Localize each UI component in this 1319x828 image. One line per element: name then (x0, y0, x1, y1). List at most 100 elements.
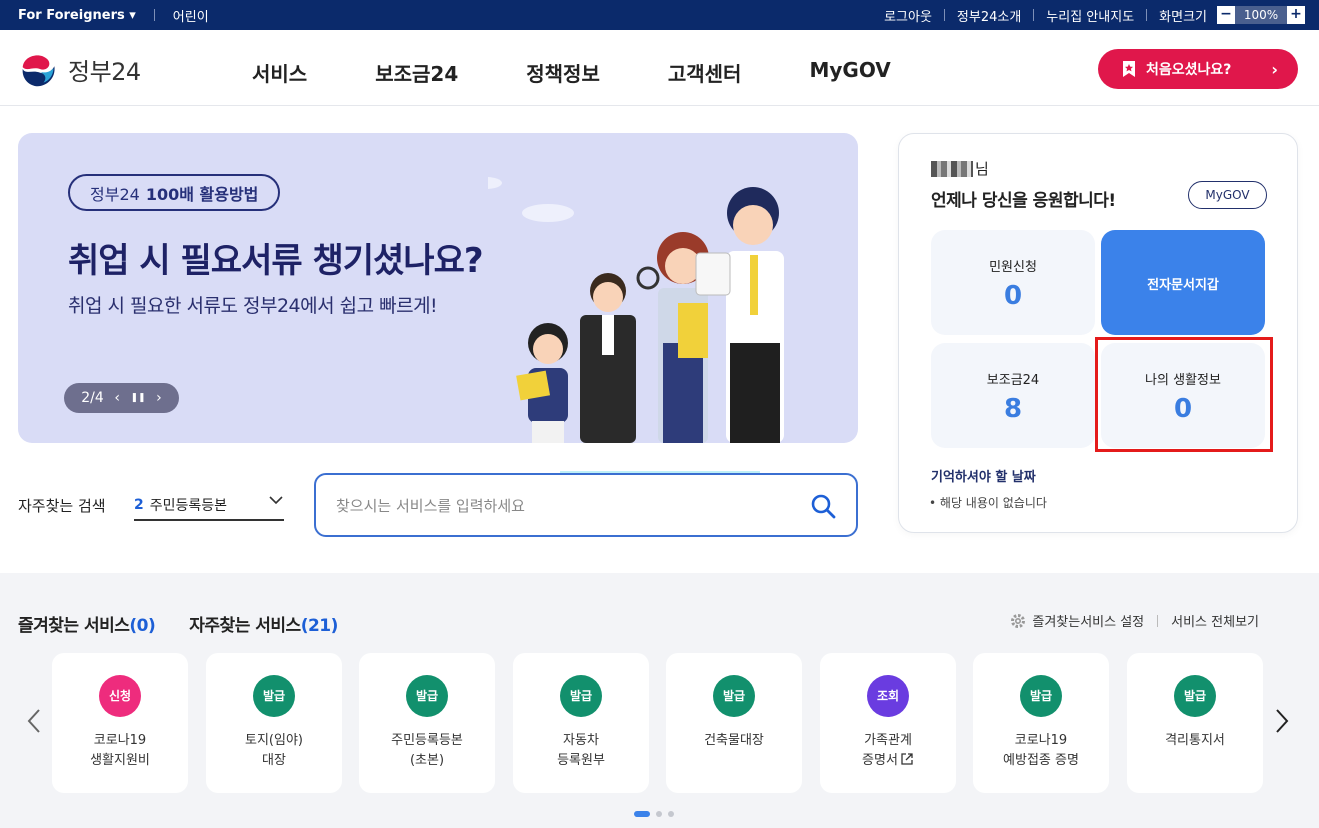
zoom-value: 100% (1235, 6, 1287, 24)
gear-icon (1011, 613, 1026, 628)
user-panel: 님 언제나 당신을 응원합니다! MyGOV 민원신청 0 전자문서지갑 보조금… (898, 133, 1298, 533)
first-visit-label: 처음오셨나요? (1146, 62, 1232, 78)
utility-left: For Foreigners ▾ 어린이 (18, 0, 209, 30)
tile-label: 민원신청 (989, 260, 1037, 275)
main-banner[interactable]: 정부24 100배 활용방법 취업 시 필요서류 챙기셨나요? 취업 시 필요한… (18, 133, 858, 443)
nav-item-customer-center[interactable]: 고객센터 (668, 58, 742, 87)
for-foreigners-menu[interactable]: For Foreigners ▾ (18, 8, 136, 23)
nav-item-policy[interactable]: 정책정보 (526, 58, 600, 87)
utility-bar: For Foreigners ▾ 어린이 로그아웃 정부24소개 누리집 안내지… (0, 0, 1319, 30)
service-card[interactable]: 발급 건축물대장 (666, 653, 802, 793)
nav-item-services[interactable]: 서비스 (252, 58, 307, 87)
carousel-dot[interactable] (668, 811, 674, 817)
logo-text: 정부24 (68, 57, 141, 86)
tile-value: 0 (1003, 281, 1023, 311)
tile-label: 전자문서지갑 (1147, 278, 1219, 293)
first-visit-button[interactable]: 처음오셨나요? › (1098, 49, 1298, 89)
tile-value: 8 (1003, 394, 1023, 424)
carousel-dot-active[interactable] (634, 811, 650, 817)
carousel-next-icon[interactable] (1274, 708, 1290, 734)
banner-badge-bold: 100배 활용방법 (145, 184, 259, 204)
tile-label: 보조금24 (986, 373, 1040, 388)
user-name: 님 (931, 158, 989, 179)
service-card[interactable]: 신청 코로나19 생활지원비 (52, 653, 188, 793)
badge-issue: 발급 (1020, 675, 1062, 717)
tile-civil-application[interactable]: 민원신청 0 (931, 230, 1095, 335)
zoom-control: − 100% + (1217, 6, 1305, 24)
tab-label: 즐겨찾는 서비스 (18, 616, 130, 636)
view-all-services-link[interactable]: 서비스 전체보기 (1171, 611, 1259, 630)
tab-frequent-services[interactable]: 자주찾는 서비스(21) (189, 611, 338, 636)
redacted-name (931, 160, 973, 177)
badge-issue: 발급 (253, 675, 295, 717)
banner-badge: 정부24 100배 활용방법 (68, 174, 281, 211)
highlight-box (1095, 337, 1273, 452)
favorite-settings-link[interactable]: 즐겨찾는서비스 설정 (1032, 611, 1144, 630)
banner-pager: 2/4 ‹ ❚❚ › (64, 383, 179, 413)
search-icon[interactable] (810, 493, 836, 519)
logo[interactable]: 정부24 (18, 50, 141, 88)
badge-issue: 발급 (1174, 675, 1216, 717)
service-card[interactable]: 조회 가족관계 증명서 (820, 653, 956, 793)
logout-link[interactable]: 로그아웃 (872, 6, 944, 25)
divider (1157, 614, 1159, 627)
service-card[interactable]: 발급 코로나19 예방접종 증명 (973, 653, 1109, 793)
chevron-down-icon (269, 496, 283, 505)
banner-next-button[interactable]: › (156, 390, 162, 406)
people-illustration (488, 177, 784, 443)
banner-prev-button[interactable]: ‹ (114, 390, 120, 406)
tile-subsidy24[interactable]: 보조금24 8 (931, 343, 1095, 448)
banner-pause-button[interactable]: ❚❚ (130, 393, 145, 403)
sitemap-link[interactable]: 누리집 안내지도 (1034, 6, 1146, 25)
carousel-dots (634, 811, 674, 817)
service-name: 자동차 등록원부 (557, 733, 605, 768)
service-name: 격리통지서 (1165, 733, 1225, 748)
service-name: 주민등록등본 (초본) (391, 733, 463, 768)
frequent-search-value: 주민등록등본 (149, 497, 228, 514)
banner-title: 취업 시 필요서류 챙기셨나요? (68, 241, 484, 281)
service-name: 토지(임야) 대장 (245, 733, 303, 768)
service-card[interactable]: 발급 자동차 등록원부 (513, 653, 649, 793)
search-input[interactable] (336, 493, 796, 519)
service-card[interactable]: 발급 주민등록등본 (초본) (359, 653, 495, 793)
frequent-search-select[interactable]: 2 주민등록등본 (134, 490, 284, 521)
main-nav: 서비스 보조금24 정책정보 고객센터 MyGOV (252, 58, 959, 87)
search-box (314, 473, 858, 537)
remember-dates-empty: • 해당 내용이 없습니다 (929, 494, 1047, 511)
service-card[interactable]: 발급 토지(임야) 대장 (206, 653, 342, 793)
banner-page-indicator: 2/4 (81, 390, 104, 406)
kids-link[interactable]: 어린이 (173, 6, 209, 25)
remember-dates-title[interactable]: 기억하셔야 할 날짜 (931, 466, 1036, 485)
zoom-in-button[interactable]: + (1287, 6, 1305, 24)
nav-item-subsidy24[interactable]: 보조금24 (375, 58, 458, 87)
frequent-search-rank: 2 (134, 496, 144, 513)
tile-e-document-wallet[interactable]: 전자문서지갑 (1101, 230, 1265, 335)
services-section: 즐겨찾는 서비스(0) 자주찾는 서비스(21) 즐겨찾는서비스 설정 서비스 … (0, 573, 1319, 828)
intro-link[interactable]: 정부24소개 (945, 6, 1033, 25)
badge-inquiry: 조회 (867, 675, 909, 717)
carousel-dot[interactable] (656, 811, 662, 817)
badge-issue: 발급 (406, 675, 448, 717)
remember-empty-text: 해당 내용이 없습니다 (939, 496, 1047, 510)
tab-count: (0) (129, 616, 156, 636)
banner-badge-prefix: 정부24 (90, 184, 140, 204)
badge-issue: 발급 (713, 675, 755, 717)
badge-issue: 발급 (560, 675, 602, 717)
bookmark-star-icon (1123, 61, 1135, 77)
external-link-icon (901, 753, 913, 765)
nav-item-mygov[interactable]: MyGOV (809, 58, 890, 87)
banner-subtitle: 취업 시 필요한 서류도 정부24에서 쉽고 빠르게! (68, 295, 438, 317)
mygov-button[interactable]: MyGOV (1188, 181, 1267, 209)
divider (153, 9, 155, 21)
bullet-icon: • (929, 496, 940, 510)
taegeuk-logo-icon (20, 50, 58, 88)
user-greeting: 언제나 당신을 응원합니다! (931, 191, 1116, 211)
chevron-right-icon: › (1271, 60, 1278, 79)
service-card[interactable]: 발급 격리통지서 (1127, 653, 1263, 793)
zoom-out-button[interactable]: − (1217, 6, 1235, 24)
service-name: 건축물대장 (704, 733, 764, 748)
service-name: 코로나19 생활지원비 (90, 733, 150, 768)
carousel-prev-icon[interactable] (26, 708, 42, 734)
tab-favorite-services[interactable]: 즐겨찾는 서비스(0) (18, 611, 156, 636)
tab-label: 자주찾는 서비스 (189, 616, 301, 636)
